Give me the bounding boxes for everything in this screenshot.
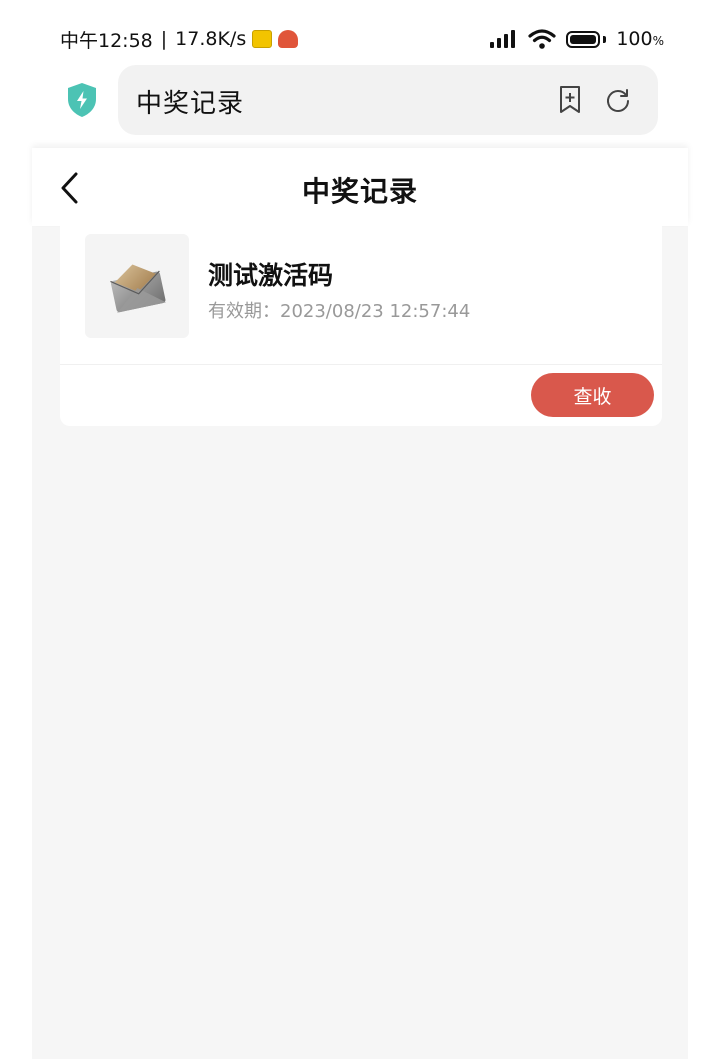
network-speed: 17.8K/s <box>175 28 247 50</box>
battery-tip <box>603 35 607 43</box>
status-right: 100% <box>490 28 664 50</box>
app-notification-icon <box>252 30 273 48</box>
battery-percent: 100% <box>616 28 664 50</box>
battery-icon <box>566 30 607 48</box>
app-page: 中奖记录 测试激活码 有效期：2023/08/23 12:57:44 查收 <box>32 148 688 1059</box>
envelope-icon <box>110 264 167 313</box>
bookmark-add-icon[interactable] <box>556 85 584 115</box>
page-header: 中奖记录 <box>32 148 688 226</box>
view-prize-button[interactable]: 查收 <box>531 373 654 417</box>
battery-level: 100 <box>616 28 653 50</box>
address-bar-title: 中奖记录 <box>136 89 245 119</box>
status-separator: | <box>160 28 168 50</box>
prize-title: 测试激活码 <box>208 261 334 290</box>
battery-fill <box>570 34 597 44</box>
page-title: 中奖记录 <box>301 175 418 208</box>
wifi-icon <box>528 29 556 49</box>
prize-thumbnail <box>85 234 189 338</box>
prize-record-card: 测试激活码 有效期：2023/08/23 12:57:44 查收 <box>60 226 662 426</box>
screen: 中午12:58 | 17.8K/s 100% 中奖记录 中奖记录 测试激活码 有… <box>0 0 720 1059</box>
battery-body <box>566 30 601 48</box>
browser-address-row: 中奖记录 <box>0 64 720 138</box>
signal-icon <box>490 30 516 48</box>
prize-expiry: 有效期：2023/08/23 12:57:44 <box>208 301 471 322</box>
game-notification-icon <box>278 30 299 48</box>
shield-bolt-icon[interactable] <box>66 82 98 118</box>
address-bar[interactable]: 中奖记录 <box>118 65 658 135</box>
status-time: 中午12:58 <box>60 29 153 52</box>
card-divider <box>60 364 662 365</box>
battery-unit: % <box>652 34 664 48</box>
refresh-icon[interactable] <box>604 85 632 115</box>
status-left: 中午12:58 | 17.8K/s <box>60 26 299 53</box>
